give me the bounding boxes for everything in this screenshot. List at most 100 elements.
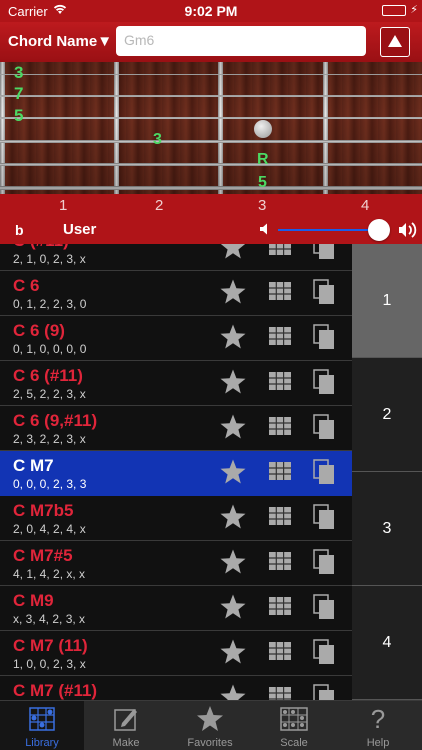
chord-row[interactable]: C 6 (9) 0, 1, 0, 0, 0, 0: [0, 316, 352, 361]
volume-slider-track[interactable]: [278, 229, 380, 231]
chord-diagram-icon[interactable]: [269, 244, 291, 255]
chord-row[interactable]: C M7b5 2, 0, 4, 2, 4, x: [0, 496, 352, 541]
fretboard[interactable]: 3 7 5 3 R 5: [0, 62, 422, 194]
favorite-star-icon[interactable]: [219, 413, 247, 441]
favorite-star-icon[interactable]: [219, 244, 247, 261]
user-button[interactable]: User: [63, 221, 96, 238]
favorite-star-icon[interactable]: [219, 593, 247, 621]
chord-diagram-icon[interactable]: [269, 372, 291, 390]
charging-icon: ⚡: [410, 4, 418, 16]
tab-scale[interactable]: Scale: [252, 701, 336, 750]
control-bar: b User: [0, 218, 422, 244]
chord-diagram-icon[interactable]: [269, 597, 291, 615]
chord-diagram-icon[interactable]: [269, 282, 291, 300]
chord-name: C (#11): [13, 244, 69, 251]
section-index-item[interactable]: 1: [352, 244, 422, 358]
copy-icon[interactable]: [313, 549, 335, 575]
carrier-label: Carrier: [8, 4, 48, 19]
open-string-label: 7: [14, 84, 24, 103]
chord-diagram-icon[interactable]: [269, 507, 291, 525]
favorite-star-icon[interactable]: [219, 458, 247, 486]
chord-name: C 6 (#11): [13, 366, 83, 385]
open-string-label: 5: [14, 106, 24, 125]
chord-diagram-icon[interactable]: [269, 642, 291, 660]
favorite-star-icon[interactable]: [219, 278, 247, 306]
copy-icon[interactable]: [313, 459, 335, 485]
scale-icon: [280, 705, 308, 733]
volume-high-icon: [398, 220, 422, 240]
section-index-item[interactable]: 3: [352, 472, 422, 586]
battery-icon: [382, 5, 406, 16]
chord-fingering: 2, 5, 2, 2, 3, x: [13, 387, 86, 401]
chord-name: C M7 (#11): [13, 681, 98, 700]
chord-fingering: 2, 0, 4, 2, 4, x: [13, 522, 86, 536]
chord-fingering: 1, 0, 0, 2, 3, x: [13, 657, 86, 671]
chord-fingering: 2, 3, 2, 2, 3, x: [13, 432, 86, 446]
copy-icon[interactable]: [313, 504, 335, 530]
chord-row[interactable]: C 6 (9,#11) 2, 3, 2, 2, 3, x: [0, 406, 352, 451]
favorite-star-icon[interactable]: [219, 683, 247, 700]
flat-toggle-button[interactable]: b: [15, 222, 24, 238]
chord-row[interactable]: C M7 0, 0, 0, 2, 3, 3: [0, 451, 352, 496]
chord-name-label: Chord Name: [8, 33, 98, 50]
favorites-icon: [196, 705, 224, 733]
fret-position-marker: [254, 120, 272, 138]
section-index-item[interactable]: 4: [352, 586, 422, 700]
chord-row[interactable]: C M7 (11) 1, 0, 0, 2, 3, x: [0, 631, 352, 676]
help-icon: ?: [370, 704, 386, 734]
chord-fingering: 0, 1, 0, 0, 0, 0: [13, 342, 87, 356]
favorite-star-icon[interactable]: [219, 368, 247, 396]
up-triangle-icon: [388, 35, 402, 47]
chord-name: C M9: [13, 591, 54, 610]
favorite-star-icon[interactable]: [219, 323, 247, 351]
chord-diagram-icon[interactable]: [269, 417, 291, 435]
copy-icon[interactable]: [313, 279, 335, 305]
chord-diagram-icon[interactable]: [269, 327, 291, 345]
chord-list[interactable]: C (#11)2, 1, 0, 2, 3, x C 6 0, 1, 2, 2, 3,…: [0, 244, 352, 700]
section-index-item[interactable]: 2: [352, 358, 422, 472]
chord-row[interactable]: C M9 x, 3, 4, 2, 3, x: [0, 586, 352, 631]
fret-number-bar: 1 2 3 4: [0, 194, 422, 218]
volume-low-icon: [258, 221, 274, 237]
chord-fingering: 4, 1, 4, 2, x, x: [13, 567, 86, 581]
open-string-label: 3: [14, 63, 24, 82]
copy-icon[interactable]: [313, 369, 335, 395]
make-icon: [112, 705, 140, 733]
expand-up-button[interactable]: [380, 27, 410, 57]
favorite-star-icon[interactable]: [219, 503, 247, 531]
favorite-star-icon[interactable]: [219, 548, 247, 576]
library-icon: [28, 705, 56, 733]
favorite-star-icon[interactable]: [219, 638, 247, 666]
chord-diagram-icon[interactable]: [269, 687, 291, 700]
tab-help[interactable]: ? Help: [336, 701, 420, 750]
tab-favorites[interactable]: Favorites: [168, 701, 252, 750]
tab-make[interactable]: Make: [84, 701, 168, 750]
chord-fingering: 0, 1, 2, 2, 3, 0: [13, 297, 87, 311]
chord-row[interactable]: C 6 0, 1, 2, 2, 3, 0: [0, 271, 352, 316]
fret-number: 1: [59, 197, 68, 214]
chord-row[interactable]: C 6 (#11) 2, 5, 2, 2, 3, x: [0, 361, 352, 406]
tab-library[interactable]: Library: [0, 701, 84, 750]
chord-fingering: 2, 1, 0, 2, 3, x: [13, 252, 86, 266]
top-bar: Chord Name▼ Gm6: [0, 22, 422, 62]
chord-row[interactable]: C M7#5 4, 1, 4, 2, x, x: [0, 541, 352, 586]
chord-diagram-icon[interactable]: [269, 462, 291, 480]
chord-row[interactable]: C M7 (#11): [0, 676, 352, 700]
dropdown-triangle-icon: ▼: [97, 33, 113, 50]
chord-name: C 6 (9): [13, 321, 65, 340]
volume-slider-thumb[interactable]: [368, 219, 391, 241]
copy-icon[interactable]: [313, 324, 335, 350]
copy-icon[interactable]: [313, 594, 335, 620]
copy-icon[interactable]: [313, 244, 335, 260]
chord-fingering: x, 3, 4, 2, 3, x: [13, 612, 86, 626]
chord-name: C 6 (9,#11): [13, 411, 98, 430]
chord-note-marker: 3: [153, 131, 162, 148]
copy-icon[interactable]: [313, 684, 335, 700]
copy-icon[interactable]: [313, 639, 335, 665]
chord-note-marker: 5: [258, 174, 267, 191]
chord-search-input[interactable]: Gm6: [116, 26, 366, 56]
chord-diagram-icon[interactable]: [269, 552, 291, 570]
chord-name-dropdown[interactable]: Chord Name▼: [8, 33, 112, 50]
copy-icon[interactable]: [313, 414, 335, 440]
chord-row[interactable]: C (#11)2, 1, 0, 2, 3, x: [0, 244, 352, 271]
